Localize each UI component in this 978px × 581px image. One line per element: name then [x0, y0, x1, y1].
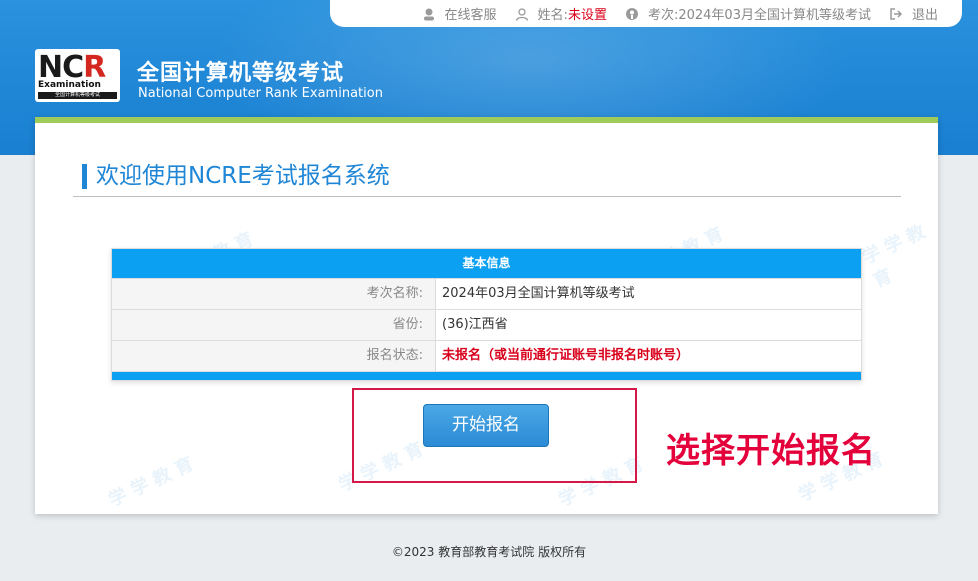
- table-row: 报名状态: 未报名（或当前通行证账号非报名时账号）: [112, 340, 861, 371]
- site-subtitle: National Computer Rank Examination: [138, 86, 383, 101]
- table-row: 考次名称: 2024年03月全国计算机等级考试: [112, 278, 861, 309]
- row-value: (36)江西省: [442, 317, 508, 332]
- watermark: 学 学 教 育: [105, 453, 197, 512]
- top-user-bar: 在线客服 姓名: 未设置 考次: 2024年03月全国计算机等级考试 退出: [330, 0, 962, 27]
- logout-icon: [889, 7, 903, 21]
- exam-session-value: 2024年03月全国计算机等级考试: [678, 8, 871, 23]
- user-name-info: 姓名: 未设置: [515, 4, 607, 23]
- table-footer-bar: [112, 371, 861, 380]
- logo-exam-text: Examination: [38, 80, 101, 90]
- watermark: 学 学 教 育: [859, 221, 929, 293]
- basic-info-table: 基本信息 考次名称: 2024年03月全国计算机等级考试 省份: (36)江西省…: [111, 248, 862, 381]
- exam-icon: [625, 7, 639, 21]
- user-name-label: 姓名:: [537, 8, 568, 23]
- row-label: 考次名称:: [112, 279, 436, 309]
- instruction-annotation: 选择开始报名: [666, 431, 876, 471]
- headset-icon: [422, 7, 436, 21]
- footer-copyright: ©2023 教育部教育考试院 版权所有: [391, 545, 587, 559]
- ncre-logo: NCR Examination 全国计算机等级考试: [35, 49, 120, 102]
- table-row: 省份: (36)江西省: [112, 309, 861, 340]
- registration-status-value: 未报名（或当前通行证账号非报名时账号）: [442, 348, 690, 363]
- user-name-value: 未设置: [567, 8, 607, 23]
- exam-session-label: 考次:: [647, 8, 679, 23]
- online-service-label: 在线客服: [444, 8, 497, 23]
- row-label: 省份:: [112, 310, 436, 340]
- row-label: 报名状态:: [112, 341, 436, 371]
- start-registration-button[interactable]: 开始报名: [423, 404, 549, 447]
- logout-label: 退出: [911, 8, 938, 23]
- page-title: 欢迎使用NCRE考试报名系统: [82, 164, 390, 189]
- row-value: 2024年03月全国计算机等级考试: [442, 286, 635, 301]
- main-panel: 学 学 教 育 学 学 教 育 学 学 教 育 学 学 教 育 学 学 教 育 …: [35, 117, 938, 514]
- title-divider: [73, 196, 901, 197]
- table-header: 基本信息: [112, 249, 861, 278]
- exam-session-info: 考次: 2024年03月全国计算机等级考试: [625, 4, 871, 23]
- logo-strip-text: 全国计算机等级考试: [38, 92, 117, 99]
- logout-link[interactable]: 退出: [889, 4, 938, 23]
- online-service-link[interactable]: 在线客服: [422, 4, 497, 23]
- user-icon: [515, 7, 529, 21]
- site-title: 全国计算机等级考试: [137, 61, 345, 86]
